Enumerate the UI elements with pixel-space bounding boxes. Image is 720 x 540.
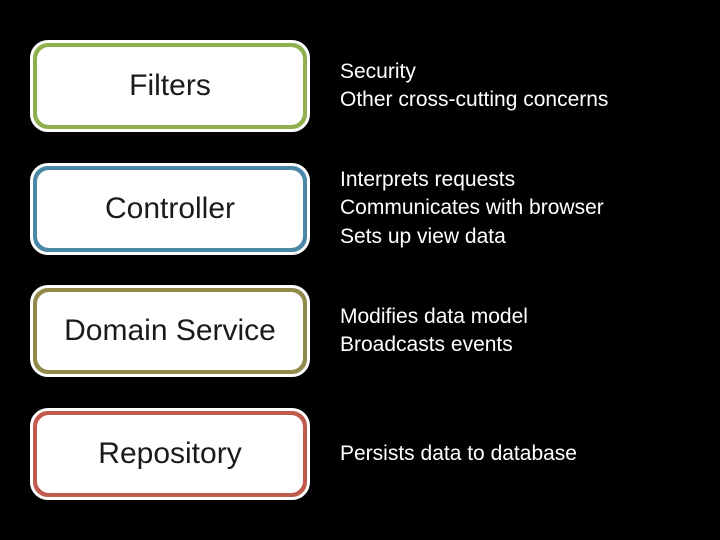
layer-pill-inner: Repository xyxy=(37,415,303,493)
layer-label: Repository xyxy=(98,437,241,471)
layer-pill-repository: Repository xyxy=(30,408,310,500)
desc-line: Security xyxy=(340,58,680,86)
layer-pill-inner: Domain Service xyxy=(37,292,303,370)
desc-line: Other cross-cutting concerns xyxy=(340,86,680,114)
layer-desc-controller: Interprets requests Communicates with br… xyxy=(340,166,680,251)
layer-pill-inner: Filters xyxy=(37,47,303,125)
layer-row-domain-service: Domain Service Modifies data model Broad… xyxy=(30,285,680,377)
layer-row-filters: Filters Security Other cross-cutting con… xyxy=(30,40,680,132)
layer-label: Domain Service xyxy=(64,314,276,348)
layer-pill-domain-service: Domain Service xyxy=(30,285,310,377)
desc-line: Sets up view data xyxy=(340,223,680,251)
desc-line: Broadcasts events xyxy=(340,331,680,359)
layer-row-repository: Repository Persists data to database xyxy=(30,408,680,500)
layer-desc-repository: Persists data to database xyxy=(340,440,680,468)
layer-pill-filters: Filters xyxy=(30,40,310,132)
desc-line: Interprets requests xyxy=(340,166,680,194)
layer-pill-controller: Controller xyxy=(30,163,310,255)
layer-desc-filters: Security Other cross-cutting concerns xyxy=(340,58,680,115)
desc-line: Communicates with browser xyxy=(340,194,680,222)
desc-line: Persists data to database xyxy=(340,440,680,468)
desc-line: Modifies data model xyxy=(340,303,680,331)
layer-pill-inner: Controller xyxy=(37,170,303,248)
layer-label: Filters xyxy=(129,69,211,103)
layer-desc-domain-service: Modifies data model Broadcasts events xyxy=(340,303,680,360)
layer-row-controller: Controller Interprets requests Communica… xyxy=(30,163,680,255)
layer-label: Controller xyxy=(105,192,235,226)
